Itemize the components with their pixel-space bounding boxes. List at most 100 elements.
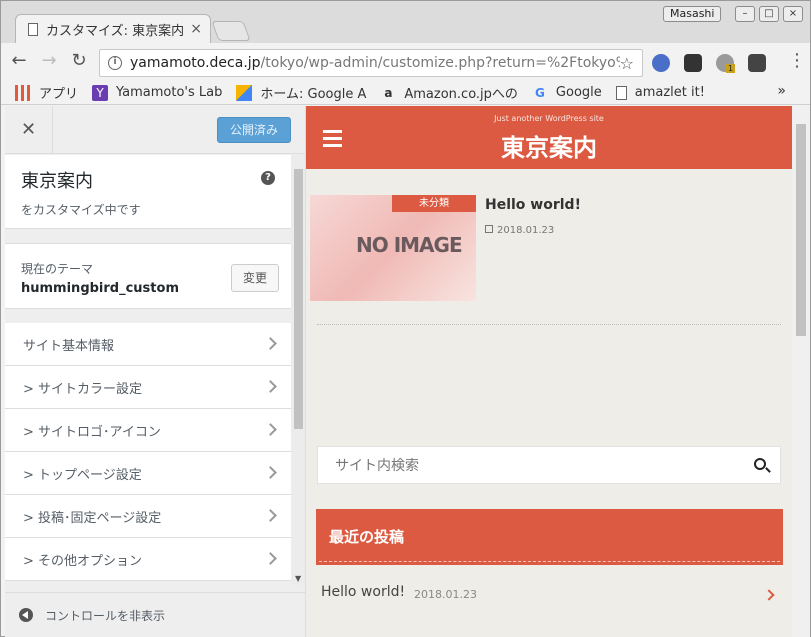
bookmarks-bar: アプリ Y Yamamoto's Lab ホーム: Google A a Ama… bbox=[1, 81, 810, 105]
scroll-down-arrow-icon[interactable]: ▼ bbox=[295, 574, 301, 583]
amazon-icon: a bbox=[384, 85, 393, 100]
menu-item-logo-icon[interactable]: > サイトロゴ･アイコン bbox=[5, 409, 291, 452]
current-theme-section: 現在のテーマ hummingbird_custom 変更 bbox=[5, 243, 291, 309]
globe-extension-icon[interactable] bbox=[652, 54, 670, 72]
collapse-label: コントロールを非表示 bbox=[45, 608, 166, 623]
extension-badge: 1 bbox=[726, 64, 736, 73]
bookmark-star-icon[interactable]: ☆ bbox=[620, 54, 634, 73]
url-host: yamamoto.deca.jp bbox=[130, 55, 261, 71]
info-icon[interactable]: i bbox=[108, 56, 122, 70]
bookmarks-overflow-button[interactable]: » bbox=[777, 83, 786, 99]
collapse-arrow-icon bbox=[19, 608, 33, 622]
bookmark-apps[interactable]: アプリ bbox=[15, 83, 78, 102]
customizer-menu: サイト基本情報 > サイトカラー設定 > サイトロゴ･アイコン > トップページ… bbox=[5, 323, 291, 581]
bookmark-label: Yamamoto's Lab bbox=[116, 85, 223, 100]
recent-post-date: 2018.01.23 bbox=[414, 588, 477, 601]
minimize-button[interactable]: – bbox=[735, 6, 755, 22]
site-preview: Just another WordPress site 東京案内 NO IMAG… bbox=[306, 106, 792, 637]
customizer-panel: ✕ 公開済み 東京案内 をカスタマイズ中です ? 現在のテーマ hummingb… bbox=[5, 106, 306, 637]
customizer-scrollbar[interactable]: ▼ bbox=[291, 155, 305, 585]
post-thumbnail[interactable]: NO IMAGE 未分類 bbox=[310, 195, 476, 301]
bookmark-yamamotos-lab[interactable]: Y Yamamoto's Lab bbox=[92, 84, 223, 101]
close-customizer-button[interactable]: ✕ bbox=[5, 106, 53, 154]
section-gap bbox=[5, 229, 291, 243]
forward-arrow-icon[interactable]: → bbox=[37, 50, 61, 74]
recent-posts-heading: 最近の投稿 bbox=[316, 509, 783, 565]
menu-item-site-identity[interactable]: サイト基本情報 bbox=[5, 323, 291, 366]
search-placeholder: サイト内検索 bbox=[335, 458, 419, 474]
divider bbox=[317, 324, 781, 325]
post-title[interactable]: Hello world! bbox=[485, 197, 581, 213]
menu-item-label: > その他オプション bbox=[23, 553, 143, 569]
site-name[interactable]: 東京案内 bbox=[306, 128, 792, 163]
reload-icon[interactable]: ↻ bbox=[67, 50, 91, 74]
bookmark-google[interactable]: G Google bbox=[532, 85, 602, 101]
menu-item-label: > サイトロゴ･アイコン bbox=[23, 424, 161, 440]
customizer-header: ✕ 公開済み bbox=[5, 106, 305, 154]
chevron-right-icon bbox=[264, 466, 277, 479]
no-image-placeholder: NO IMAGE bbox=[356, 233, 463, 257]
chevron-right-icon bbox=[264, 509, 277, 522]
bookmark-label: Google bbox=[555, 85, 602, 100]
google-icon: G bbox=[534, 85, 545, 100]
recent-post-link[interactable]: Hello world! bbox=[321, 584, 405, 600]
collapse-sidebar-button[interactable]: コントロールを非表示 bbox=[5, 592, 305, 637]
site-title: 東京案内 bbox=[21, 171, 93, 192]
url-path: /tokyo/wp-admin/customize.php?return=%2F… bbox=[260, 55, 620, 71]
menu-item-label: > サイトカラー設定 bbox=[23, 381, 143, 397]
scrollbar-thumb[interactable] bbox=[294, 169, 303, 429]
extension-icon[interactable]: 1 bbox=[716, 54, 736, 73]
chevron-right-icon bbox=[264, 337, 277, 350]
browser-window: カスタマイズ: 東京案内 × Masashi – □ × ← → ↻ i yam… bbox=[0, 0, 811, 637]
bookmark-google-ads[interactable]: ホーム: Google A bbox=[236, 83, 366, 102]
chevron-right-icon bbox=[264, 380, 277, 393]
bookmark-amazlet[interactable]: amazlet it! bbox=[615, 85, 705, 100]
menu-item-label: > 投稿･固定ページ設定 bbox=[23, 510, 162, 526]
preview-scrollbar[interactable] bbox=[792, 106, 810, 637]
search-icon[interactable] bbox=[754, 458, 766, 470]
site-tagline: Just another WordPress site bbox=[494, 114, 604, 123]
calendar-icon bbox=[485, 225, 493, 233]
chevron-right-icon bbox=[264, 423, 277, 436]
address-bar[interactable]: i yamamoto.deca.jp /tokyo/wp-admin/custo… bbox=[99, 49, 643, 77]
menu-item-top-page[interactable]: > トップページ設定 bbox=[5, 452, 291, 495]
bookmark-label: amazlet it! bbox=[634, 85, 705, 100]
title-bar: カスタマイズ: 東京案内 × Masashi – □ × bbox=[1, 1, 810, 43]
category-badge[interactable]: 未分類 bbox=[392, 195, 476, 212]
menu-kebab-icon[interactable]: ⋮ bbox=[785, 50, 809, 74]
post-date: 2018.01.23 bbox=[485, 225, 554, 236]
site-search-input[interactable]: サイト内検索 bbox=[317, 446, 781, 484]
bookmark-amazon[interactable]: a Amazon.co.jpへの bbox=[380, 83, 518, 103]
browser-tab[interactable]: カスタマイズ: 東京案内 × bbox=[15, 14, 211, 43]
menu-item-posts-pages[interactable]: > 投稿･固定ページ設定 bbox=[5, 495, 291, 538]
page-icon bbox=[28, 22, 38, 36]
preview-scrollbar-thumb[interactable] bbox=[796, 124, 806, 336]
chevron-right-icon[interactable] bbox=[763, 589, 775, 601]
bookmark-label: Amazon.co.jpへの bbox=[404, 87, 518, 102]
page-icon bbox=[615, 85, 627, 100]
evernote-extension-icon[interactable] bbox=[748, 54, 766, 72]
menu-item-label: > トップページ設定 bbox=[23, 467, 142, 483]
menu-item-site-colors[interactable]: > サイトカラー設定 bbox=[5, 366, 291, 409]
bookmark-label: ホーム: Google A bbox=[260, 87, 367, 102]
browser-toolbar: ← → ↻ i yamamoto.deca.jp /tokyo/wp-admin… bbox=[1, 43, 810, 81]
menu-item-other-options[interactable]: > その他オプション bbox=[5, 538, 291, 581]
close-window-button[interactable]: × bbox=[783, 6, 803, 22]
back-arrow-icon[interactable]: ← bbox=[7, 50, 31, 74]
customizer-scroll-area: 東京案内 をカスタマイズ中です ? 現在のテーマ hummingbird_cus… bbox=[5, 155, 291, 585]
bookmark-label: アプリ bbox=[39, 87, 79, 102]
post-date-text: 2018.01.23 bbox=[497, 225, 555, 236]
maximize-button[interactable]: □ bbox=[759, 6, 779, 22]
publish-button[interactable]: 公開済み bbox=[217, 117, 291, 143]
cloud-download-extension-icon[interactable] bbox=[684, 54, 702, 72]
chevron-right-icon bbox=[264, 552, 277, 565]
tab-close-icon[interactable]: × bbox=[190, 21, 202, 37]
help-icon[interactable]: ? bbox=[261, 171, 275, 185]
new-tab-button[interactable] bbox=[211, 21, 251, 41]
profile-button[interactable]: Masashi bbox=[663, 6, 722, 22]
menu-item-label: サイト基本情報 bbox=[23, 338, 115, 354]
yahoo-icon: Y bbox=[92, 84, 109, 101]
customizing-label: をカスタマイズ中です bbox=[21, 203, 141, 217]
change-theme-button[interactable]: 変更 bbox=[231, 264, 279, 292]
tab-title: カスタマイズ: 東京案内 bbox=[46, 23, 185, 39]
